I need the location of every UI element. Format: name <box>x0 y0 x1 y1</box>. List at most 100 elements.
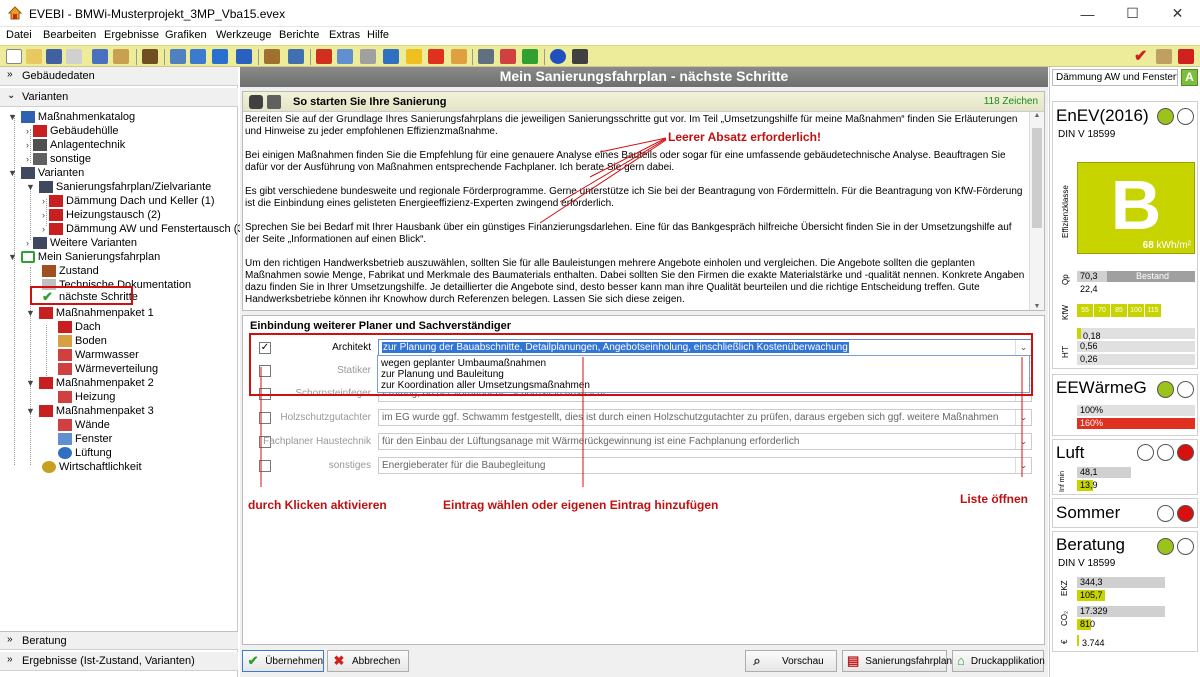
chevron-down-icon[interactable]: ⌄ <box>1015 458 1031 473</box>
building-icon[interactable] <box>316 49 332 64</box>
save-icon[interactable] <box>46 49 62 64</box>
page-title: Mein Sanierungsfahrplan - nächste Schrit… <box>240 67 1048 87</box>
tree-lueftung[interactable]: Lüftung <box>58 446 112 460</box>
planner-title: Einbindung weiterer Planer und Sachverst… <box>250 320 512 332</box>
druckapplikation-button[interactable]: ⌂ Druckapplikation <box>952 650 1045 672</box>
house-icon[interactable] <box>451 49 467 64</box>
menu-berichte[interactable]: Berichte <box>279 29 319 41</box>
a-button[interactable]: A <box>1181 69 1198 86</box>
open-icon[interactable] <box>26 49 42 64</box>
info-text[interactable]: Bereiten Sie auf der Grundlage Ihres San… <box>245 114 1025 318</box>
wand-icon[interactable] <box>142 49 158 64</box>
scroll-down-icon[interactable]: ▼ <box>1030 303 1044 310</box>
tree-sanierungsfahrplan[interactable]: ▼ Sanierungsfahrplan/Zielvariante <box>26 180 211 194</box>
tree-zustand[interactable]: Zustand <box>42 264 99 278</box>
menu-datei[interactable]: Datei <box>6 29 32 41</box>
report-chart-icon[interactable] <box>500 49 516 64</box>
tree-sonstige[interactable]: › sonstige <box>26 152 91 166</box>
section-gebaeudedaten[interactable]: » Gebäudedaten <box>0 67 238 86</box>
haustechnik-combo[interactable]: für den Einbau der Lüftungsanage mit Wär… <box>378 433 1032 450</box>
new-icon[interactable] <box>6 49 22 64</box>
tree-gebaeudehuelle[interactable]: › Gebäudehülle <box>26 124 119 138</box>
paragraph: Es gibt verschiedene bundesweite und reg… <box>245 186 1023 209</box>
chevron-down-icon[interactable]: ⌄ <box>1015 434 1031 449</box>
book-icon[interactable] <box>249 95 263 109</box>
vorschau-button[interactable]: ⌕ Vorschau <box>745 650 837 672</box>
tree-waermeverteilung[interactable]: Wärmeverteilung <box>58 362 158 376</box>
menu-werkzeuge[interactable]: Werkzeuge <box>216 29 271 41</box>
report-icon[interactable] <box>478 49 494 64</box>
sun-icon[interactable] <box>406 49 422 64</box>
pipe-icon[interactable] <box>360 49 376 64</box>
exit-icon[interactable] <box>572 49 588 64</box>
tree-waende[interactable]: Wände <box>58 418 110 432</box>
play-icon[interactable] <box>212 49 228 64</box>
arrow-right-icon[interactable] <box>1156 49 1172 64</box>
maximize-button[interactable]: ☐ <box>1110 0 1155 27</box>
window-icon[interactable] <box>337 49 353 64</box>
uebernehmen-button[interactable]: ✔ Übernehmen <box>242 650 324 672</box>
eewaerme-title: EEWärmeG <box>1056 378 1147 397</box>
chart-icon[interactable] <box>190 49 206 64</box>
flame-icon[interactable] <box>428 49 444 64</box>
info-scrollbar[interactable]: ▲ ▼ <box>1029 112 1044 310</box>
copy-icon[interactable] <box>66 49 82 64</box>
menu-extras[interactable]: Extras <box>329 29 360 41</box>
variant-select[interactable]: Dämmung AW und Fenstertausch <box>1052 69 1178 86</box>
holzschutz-combo[interactable]: im EG wurde ggf. Schwamm festgestellt, d… <box>378 409 1032 426</box>
tree-paket3[interactable]: ▼ Maßnahmenpaket 3 <box>26 404 154 418</box>
tree-icon[interactable] <box>264 49 280 64</box>
abbrechen-button[interactable]: ✖ Abbrechen <box>327 650 409 672</box>
section-beratung[interactable]: » Beratung <box>0 631 238 650</box>
status-green-lamp <box>1157 538 1174 555</box>
tree-paket1[interactable]: ▼ Maßnahmenpaket 1 <box>26 306 154 320</box>
tree-daemmung-aw[interactable]: › Dämmung AW und Fenstertausch (3) <box>42 222 247 236</box>
table-icon[interactable] <box>288 49 304 64</box>
dena-icon[interactable] <box>113 49 129 64</box>
tree-wirtschaftlichkeit[interactable]: Wirtschaftlichkeit <box>42 460 142 474</box>
tree-mein-sanierungsfahrplan[interactable]: ▼ Mein Sanierungsfahrplan <box>8 250 160 264</box>
scroll-up-icon[interactable]: ▲ <box>1030 112 1044 119</box>
tree-anlagentechnik[interactable]: › Anlagentechnik <box>26 138 125 152</box>
grid-icon[interactable] <box>170 49 186 64</box>
holzschutz-checkbox[interactable] <box>259 412 271 424</box>
tree-paket2[interactable]: ▼ Maßnahmenpaket 2 <box>26 376 154 390</box>
tree-varianten[interactable]: ▼ Varianten <box>8 166 84 180</box>
menu-hilfe[interactable]: Hilfe <box>367 29 389 41</box>
tree-warmwasser[interactable]: Warmwasser <box>58 348 139 362</box>
menu-grafiken[interactable]: Grafiken <box>165 29 207 41</box>
tree-fenster[interactable]: Fenster <box>58 432 112 446</box>
tree-heizung[interactable]: Heizung <box>58 390 115 404</box>
close-button[interactable]: ✕ <box>1155 0 1200 27</box>
sonstiges-checkbox[interactable] <box>259 460 271 472</box>
house-state-icon <box>42 265 56 277</box>
menu-bearbeiten[interactable]: Bearbeiten <box>43 29 96 41</box>
close-file-icon[interactable] <box>1178 49 1194 64</box>
copy-text-icon[interactable] <box>267 95 281 109</box>
sonstiges-combo[interactable]: Energieberater für die Baubegleitung ⌄ <box>378 457 1032 474</box>
export-icon[interactable] <box>92 49 108 64</box>
tree-boden[interactable]: Boden <box>58 334 107 348</box>
selected-item-highlight <box>30 286 133 305</box>
tree-heizungstausch[interactable]: › Heizungstausch (2) <box>42 208 161 222</box>
scroll-thumb[interactable] <box>1032 128 1042 228</box>
section-ergebnisse[interactable]: » Ergebnisse (Ist-Zustand, Varianten) <box>0 652 238 671</box>
sanierungsfahrplan-button[interactable]: ▤ Sanierungsfahrplan <box>842 650 952 672</box>
check-icon[interactable]: ✔ <box>1134 49 1150 65</box>
forward-icon[interactable] <box>236 49 252 64</box>
tree-massnahmenkatalog[interactable]: ▼ Maßnahmenkatalog <box>8 110 135 124</box>
section-varianten[interactable]: ⌄ Varianten <box>0 88 238 107</box>
tree-dach[interactable]: Dach <box>58 320 101 334</box>
plan-icon[interactable] <box>522 49 538 64</box>
chevron-down-icon[interactable]: ⌄ <box>1015 410 1031 425</box>
chevron-right-icon: » <box>7 654 13 665</box>
fan-icon[interactable] <box>383 49 399 64</box>
row-label: Fachplaner Haustechnik <box>263 436 371 447</box>
co2-label: CO₂ <box>1060 610 1069 626</box>
help-icon[interactable] <box>550 49 566 64</box>
sommer-title: Sommer <box>1056 503 1121 522</box>
menu-ergebnisse[interactable]: Ergebnisse <box>104 29 159 41</box>
tree-daemmung-dach[interactable]: › Dämmung Dach und Keller (1) <box>42 194 215 208</box>
minimize-button[interactable]: — <box>1065 0 1110 27</box>
tree-weitere-varianten[interactable]: › Weitere Varianten <box>26 236 137 250</box>
